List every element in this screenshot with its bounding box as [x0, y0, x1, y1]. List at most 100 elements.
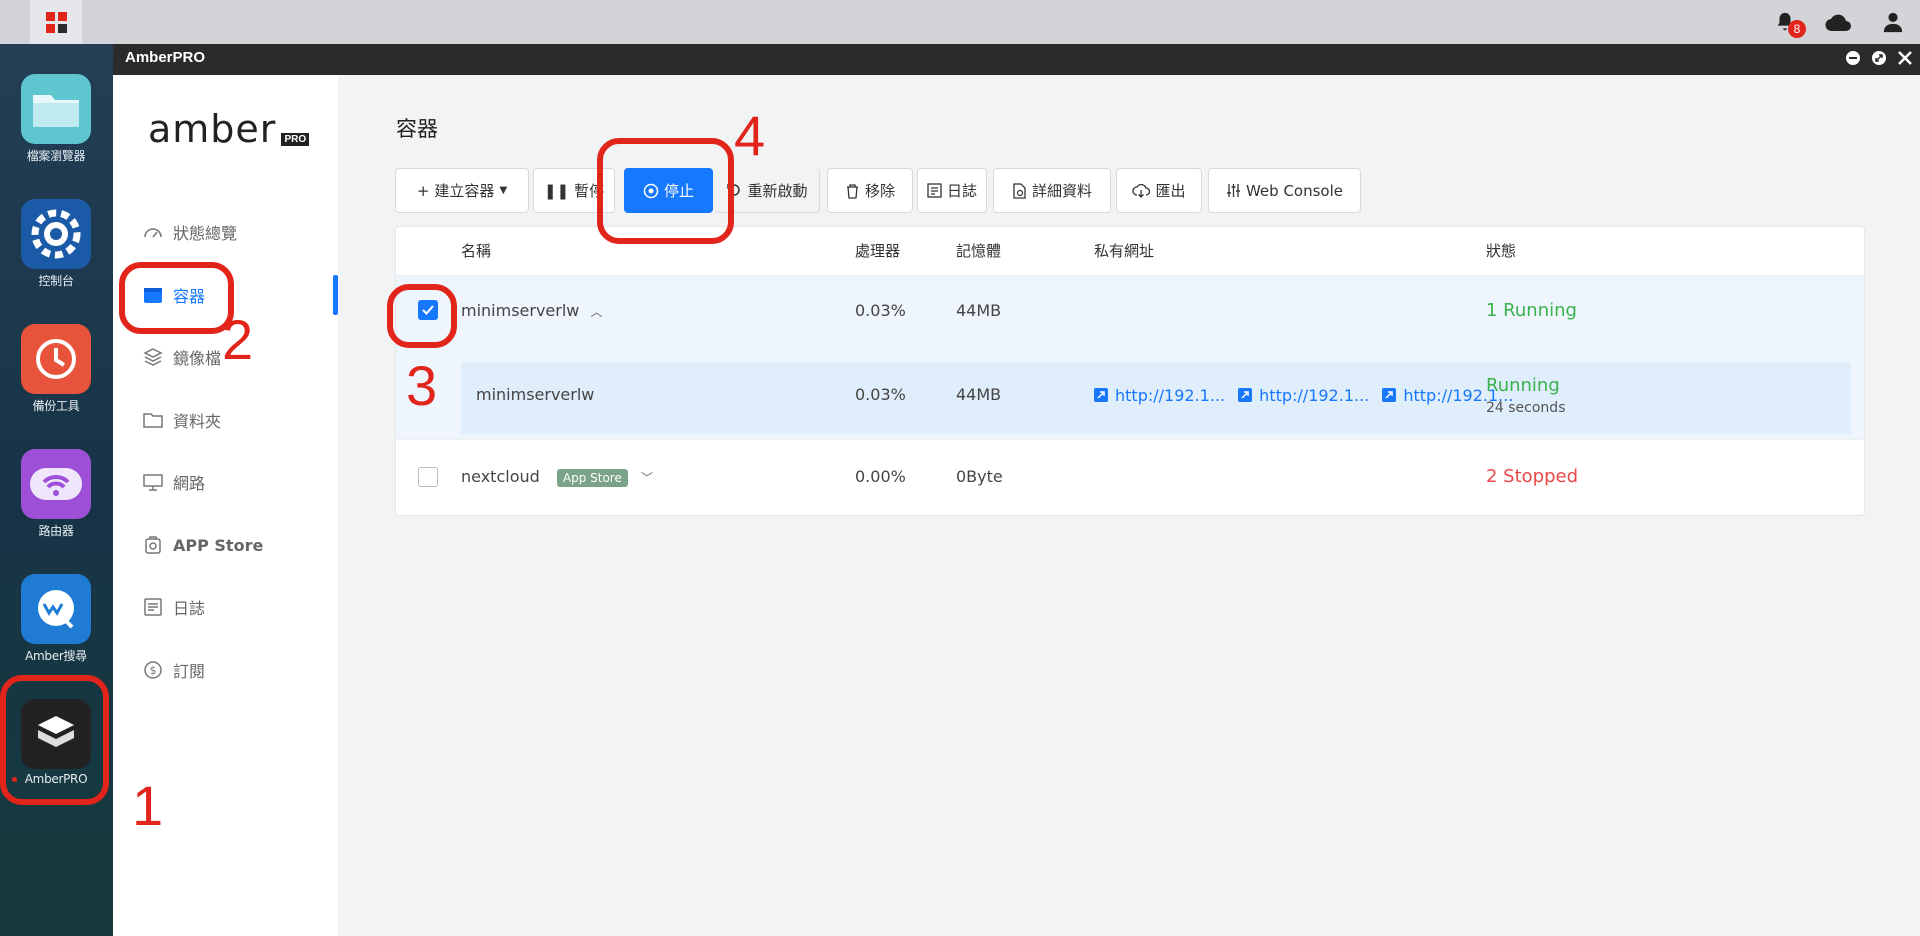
web-console-button[interactable]: Web Console	[1208, 168, 1361, 213]
log-button[interactable]: 日誌	[917, 168, 987, 213]
address-link[interactable]: http://192.1...	[1238, 386, 1369, 405]
status-text: 2 Stopped	[1486, 466, 1579, 487]
maximize-button[interactable]	[1870, 49, 1888, 67]
caret-down-icon: ▼	[499, 185, 508, 196]
column-header-memory[interactable]: 記憶體	[956, 227, 1001, 275]
start-menu-button[interactable]	[30, 0, 82, 44]
remove-button[interactable]: 移除	[827, 168, 913, 213]
user-icon	[1883, 12, 1903, 33]
column-header-status[interactable]: 狀態	[1486, 227, 1516, 275]
stop-button[interactable]: 停止	[624, 168, 713, 213]
dock-label: 控制台	[38, 274, 74, 288]
sidebar-item-folders[interactable]: 資料夾	[143, 400, 221, 440]
dock-item-backup[interactable]: 備份工具	[21, 324, 91, 414]
sidebar: amber PRO 狀態總覽 容器 鏡像檔 資料夾 網路 APP Store 日…	[113, 75, 338, 936]
row-checkbox[interactable]	[418, 467, 438, 487]
container-icon	[144, 288, 162, 303]
notification-badge: 8	[1788, 20, 1806, 38]
dock-item-control-panel[interactable]: 控制台	[21, 199, 91, 289]
dock-item-amber-search[interactable]: Amber搜尋	[21, 574, 91, 664]
sidebar-item-label: 狀態總覽	[173, 224, 238, 243]
log-icon	[144, 598, 162, 616]
plus-icon: +	[416, 181, 430, 200]
row-checkbox[interactable]	[418, 300, 438, 320]
backup-clock-icon	[21, 324, 91, 394]
container-name-text: minimserverlw	[461, 301, 580, 320]
uptime-text: 24 seconds	[1486, 400, 1566, 416]
cloud-button[interactable]	[1812, 0, 1866, 44]
folder-icon	[21, 74, 91, 144]
sidebar-item-label: 資料夾	[173, 412, 222, 431]
notification-button[interactable]: 8	[1758, 0, 1812, 44]
svg-text:$: $	[150, 664, 157, 677]
trash-icon	[846, 183, 858, 199]
sidebar-item-label: 訂閱	[173, 662, 206, 681]
sidebar-item-images[interactable]: 鏡像檔	[143, 337, 221, 377]
layers-icon	[143, 348, 163, 366]
folder-outline-icon	[143, 413, 163, 428]
pause-icon: ❚❚	[543, 181, 570, 200]
create-container-button[interactable]: + 建立容器 ▼	[395, 168, 529, 213]
dock-label: AmberPRO	[24, 772, 88, 786]
monitor-icon	[143, 474, 163, 491]
dock-item-amberpro[interactable]: AmberPRO	[21, 699, 91, 786]
dock-item-router[interactable]: 路由器	[21, 449, 91, 539]
cpu-value: 0.03%	[855, 385, 906, 404]
dock-label: Amber搜尋	[25, 649, 87, 663]
user-button[interactable]	[1866, 0, 1920, 44]
check-icon	[422, 305, 434, 315]
dashboard-icon	[144, 228, 162, 238]
sidebar-item-label: 容器	[173, 287, 206, 306]
external-link-icon	[1382, 388, 1397, 402]
export-button[interactable]: 匯出	[1116, 168, 1202, 213]
sidebar-item-logs[interactable]: 日誌	[143, 587, 205, 627]
cloud-icon	[1825, 14, 1851, 32]
address-link-text: http://192.1...	[1259, 385, 1370, 405]
running-indicator	[12, 777, 17, 782]
cloud-download-icon	[1132, 183, 1151, 198]
log-label: 日誌	[946, 182, 977, 200]
column-header-name[interactable]: 名稱	[461, 227, 491, 275]
system-tray: 8	[1758, 0, 1920, 44]
sidebar-item-subscription[interactable]: $ 訂閱	[143, 650, 205, 690]
search-chat-icon	[21, 574, 91, 644]
stop-label: 停止	[663, 182, 694, 200]
chevron-up-icon[interactable]: ︿	[590, 305, 602, 319]
external-link-icon	[1094, 388, 1108, 402]
pause-button[interactable]: ❚❚ 暫停	[533, 168, 615, 213]
details-button[interactable]: 詳細資料	[993, 168, 1111, 213]
status-text: Running	[1486, 375, 1560, 396]
minimize-icon	[1846, 51, 1860, 65]
container-name: minimserverlw ︿	[461, 301, 603, 320]
dock-item-file-browser[interactable]: 檔案瀏覽器	[21, 74, 91, 164]
minimize-button[interactable]	[1844, 49, 1862, 67]
pause-label: 暫停	[574, 182, 605, 200]
external-link-icon	[1238, 388, 1253, 402]
sidebar-item-dashboard[interactable]: 狀態總覽	[143, 212, 237, 252]
close-icon	[1898, 51, 1912, 65]
restart-icon	[727, 184, 741, 196]
dock-label: 備份工具	[32, 399, 80, 413]
log-icon	[927, 183, 942, 198]
restart-button[interactable]: 重新啟動	[715, 168, 820, 213]
column-header-cpu[interactable]: 處理器	[855, 227, 900, 275]
sidebar-item-containers[interactable]: 容器	[143, 275, 205, 315]
chevron-down-icon[interactable]: ﹀	[641, 471, 653, 485]
container-name-text: nextcloud	[461, 467, 540, 486]
app-store-tag: App Store	[556, 468, 628, 487]
address-link[interactable]: http://192.1...	[1094, 386, 1225, 405]
memory-value: 44MB	[956, 385, 1002, 404]
column-header-address[interactable]: 私有網址	[1094, 227, 1154, 275]
container-name: minimserverlw	[476, 385, 595, 404]
create-label: 建立容器	[434, 182, 495, 200]
close-button[interactable]	[1896, 49, 1914, 67]
console-label: Web Console	[1245, 181, 1344, 200]
start-grid-icon	[45, 11, 67, 33]
sidebar-item-network[interactable]: 網路	[143, 462, 205, 502]
memory-value: 44MB	[956, 301, 1002, 320]
window-titlebar[interactable]: AmberPRO	[113, 44, 1920, 75]
page-title: 容器	[396, 117, 438, 141]
wifi-router-icon	[21, 449, 91, 519]
details-label: 詳細資料	[1031, 182, 1092, 200]
sidebar-item-app-store[interactable]: APP Store	[143, 525, 263, 565]
